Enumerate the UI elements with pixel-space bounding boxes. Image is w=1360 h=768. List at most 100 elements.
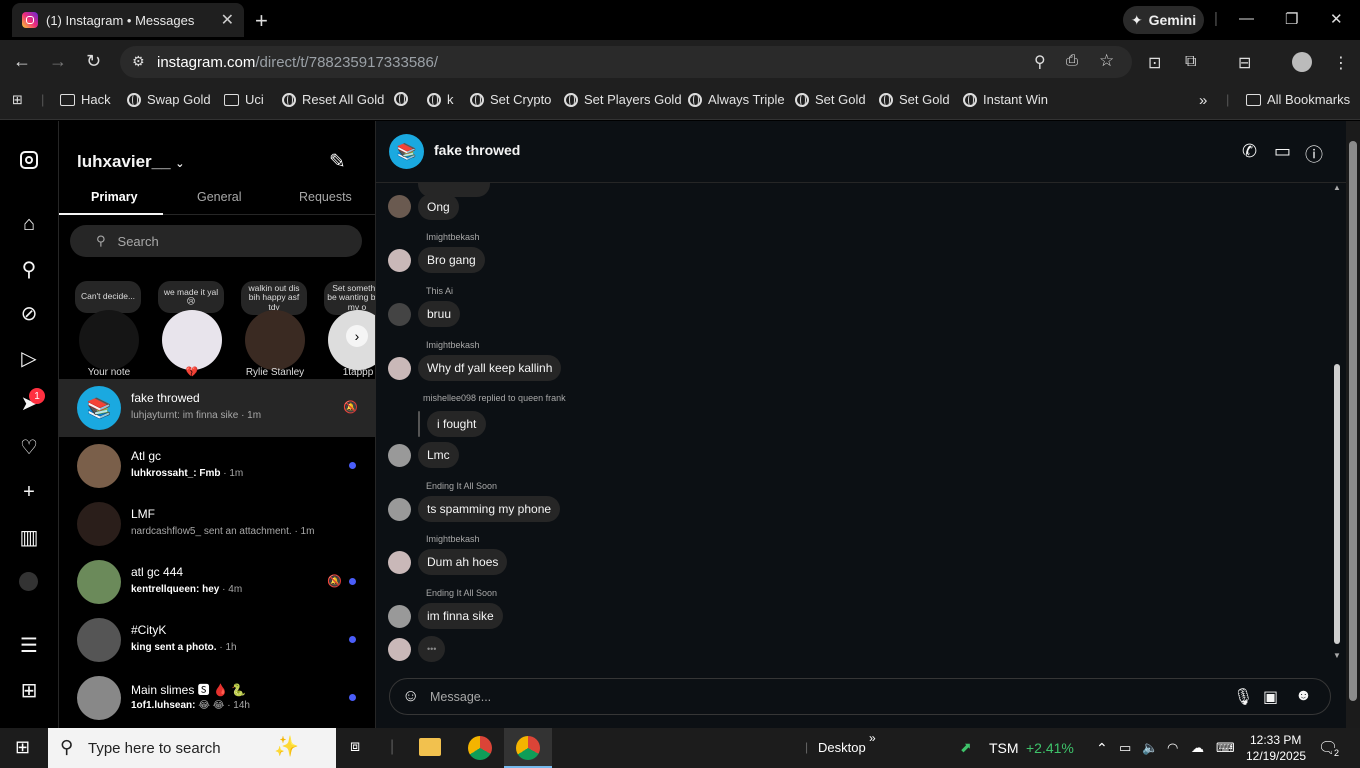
extension-icon[interactable]: ⊡ — [1148, 53, 1161, 73]
chevron-right-icon[interactable]: › — [346, 325, 368, 347]
replied-message[interactable]: i fought — [427, 411, 487, 437]
bookmark-set-gold[interactable]: Set Gold — [795, 92, 866, 107]
desktop-toolbar[interactable]: Desktop — [818, 740, 866, 755]
conversation-item[interactable]: atl gc 444 kentrellqueen: hey · 4m 🔕 — [59, 553, 375, 611]
also-from-meta-icon[interactable]: ⊞ — [17, 678, 41, 702]
volume-icon[interactable]: 🔈 — [1142, 740, 1158, 756]
phone-call-icon[interactable]: ✆ — [1242, 141, 1257, 162]
profile-avatar[interactable] — [19, 572, 38, 591]
message-input[interactable]: ☺ Message... 🎙 ▣ ☻ — [389, 678, 1331, 715]
message-bubble[interactable]: Lmc — [418, 442, 459, 468]
message-bubble[interactable]: ts spamming my phone — [418, 496, 561, 522]
chrome-active-app[interactable] — [504, 728, 552, 768]
close-window-icon[interactable]: ✕ — [1330, 10, 1343, 28]
conversation-item[interactable]: 📚 fake throwed luhjayturnt: im finna sik… — [59, 379, 375, 437]
bookmark-uci[interactable]: Uci — [224, 92, 264, 107]
bookmark-set-crypto[interactable]: Set Crypto — [470, 92, 551, 107]
note-item[interactable]: we made it yal 😢 — [154, 281, 230, 381]
conversation-item[interactable]: Atl gc luhkrossaht_: Fmb · 1m — [59, 437, 375, 495]
close-tab-icon[interactable]: ✕ — [221, 10, 234, 30]
address-bar[interactable]: ⚙ instagram.com/direct/t/788235917333586… — [120, 46, 1132, 78]
search-input[interactable]: ⚲ Search — [70, 225, 362, 257]
explore-icon[interactable]: ⊘ — [17, 301, 41, 325]
scroll-up-icon[interactable]: ▲ — [1333, 183, 1341, 192]
tab-general[interactable]: General — [197, 190, 241, 204]
info-icon[interactable]: ⓘ — [1305, 141, 1323, 167]
message-bubble[interactable]: bruu — [418, 301, 461, 327]
gemini-button[interactable]: ✦ Gemini — [1123, 6, 1204, 34]
emoji-icon[interactable]: ☺ — [402, 686, 419, 706]
install-app-icon[interactable]: ⎙ — [1066, 52, 1078, 69]
extensions-puzzle-icon[interactable]: ⧉ — [1185, 53, 1196, 71]
cloud-offline-icon[interactable]: ☁ — [1191, 740, 1204, 756]
conversation-item[interactable]: LMF nardcashflow5_ sent an attachment. ·… — [59, 495, 375, 553]
tab-search-icon[interactable]: ⊟ — [1238, 53, 1251, 73]
chat-title[interactable]: fake throwed — [434, 142, 520, 158]
thread-scrollbar[interactable]: ▲ ▼ — [1333, 183, 1342, 660]
tab-requests[interactable]: Requests — [299, 190, 352, 204]
show-hidden-icons-icon[interactable]: ⌃ — [1096, 740, 1108, 757]
dashboard-icon[interactable]: ▥ — [17, 525, 41, 549]
group-avatar[interactable]: 📚 — [389, 134, 424, 169]
account-switcher[interactable]: luhxavier__ ⌄ — [77, 152, 185, 172]
bookmark-reset-all-gold[interactable]: Reset All Gold — [282, 92, 384, 107]
taskbar-search-input[interactable]: ⚲ Type here to search ✨ — [48, 728, 336, 768]
task-view-icon[interactable]: ⧈ — [350, 738, 360, 756]
scroll-thumb[interactable] — [1334, 364, 1340, 644]
page-scrollbar[interactable] — [1346, 121, 1360, 728]
image-icon[interactable]: ▣ — [1263, 687, 1278, 707]
all-bookmarks[interactable]: All Bookmarks — [1246, 92, 1350, 107]
battery-icon[interactable]: ▭ — [1119, 740, 1131, 756]
file-explorer-icon[interactable] — [419, 738, 441, 756]
bookmark-set-gold-2[interactable]: Set Gold — [879, 92, 950, 107]
compose-icon[interactable]: ✎ — [329, 149, 346, 174]
sticker-icon[interactable]: ☻ — [1295, 687, 1312, 705]
keyboard-icon[interactable]: ⌨ — [1216, 740, 1235, 756]
message-bubble[interactable]: Why df yall keep kallinh — [418, 355, 562, 381]
restore-icon[interactable]: ❐ — [1285, 10, 1298, 28]
back-icon[interactable]: ← — [13, 51, 31, 72]
bookmark-star-icon[interactable]: ☆ — [1099, 51, 1114, 71]
note-item[interactable]: walkin out dis bih happy asf tdy — [237, 281, 313, 381]
windows-start-icon[interactable]: ⊞ — [15, 737, 30, 758]
bookmark-hack[interactable]: Hack — [60, 92, 111, 107]
apps-icon[interactable]: ⊞ — [12, 92, 23, 108]
bookmark-swap-gold[interactable]: Swap Gold — [127, 92, 211, 107]
stock-symbol[interactable]: TSM — [989, 740, 1019, 756]
notifications-heart-icon[interactable]: ♡ — [17, 435, 41, 459]
bookmark-unnamed[interactable] — [394, 92, 414, 106]
menu-dots-icon[interactable]: ⋮ — [1333, 53, 1349, 73]
new-tab-icon[interactable]: + — [255, 8, 268, 34]
microphone-icon[interactable]: 🎙 — [1233, 687, 1253, 707]
conversation-item[interactable]: #CityK king sent a photo. · 1h — [59, 611, 375, 669]
create-icon[interactable]: + — [17, 480, 41, 504]
wifi-icon[interactable]: ◠ — [1167, 740, 1178, 756]
clock-date[interactable]: 12/19/2025 — [1246, 749, 1306, 763]
more-menu-icon[interactable]: ☰ — [17, 633, 41, 657]
bookmark-instant-win[interactable]: Instant Win — [963, 92, 1048, 107]
chevron-icon[interactable]: » — [869, 731, 876, 745]
message-bubble[interactable]: Ong — [418, 194, 459, 220]
forward-icon[interactable]: → — [49, 51, 67, 72]
more-bookmarks-icon[interactable]: » — [1199, 92, 1207, 109]
browser-tab[interactable]: (1) Instagram • Messages ✕ — [12, 3, 244, 37]
search-icon[interactable]: ⚲ — [17, 257, 41, 281]
reels-icon[interactable]: ▷ — [17, 346, 41, 370]
bookmark-k[interactable]: k — [427, 92, 454, 107]
reload-icon[interactable]: ↻ — [86, 51, 101, 72]
instagram-logo-icon[interactable] — [17, 148, 41, 172]
conversation-item[interactable]: Main slimes 🆂 🩸 🐍 1of1.luhsean: 😂 😂 · 14… — [59, 669, 375, 727]
chrome-icon[interactable] — [468, 736, 492, 760]
tab-primary[interactable]: Primary — [91, 190, 138, 204]
clock-time[interactable]: 12:33 PM — [1250, 733, 1301, 747]
message-bubble[interactable]: Dum ah hoes — [418, 549, 508, 575]
scroll-thumb[interactable] — [1349, 141, 1357, 701]
video-call-icon[interactable]: ▭ — [1274, 141, 1291, 162]
home-icon[interactable]: ⌂ — [17, 212, 41, 236]
bookmark-always-triple[interactable]: Always Triple — [688, 92, 785, 107]
note-item[interactable]: Can't decide... — [71, 281, 147, 381]
message-bubble[interactable]: Bro gang — [418, 247, 485, 273]
zoom-icon[interactable]: ⚲ — [1034, 52, 1046, 72]
profile-avatar[interactable] — [1292, 52, 1312, 72]
site-info-icon[interactable]: ⚙ — [132, 53, 145, 70]
